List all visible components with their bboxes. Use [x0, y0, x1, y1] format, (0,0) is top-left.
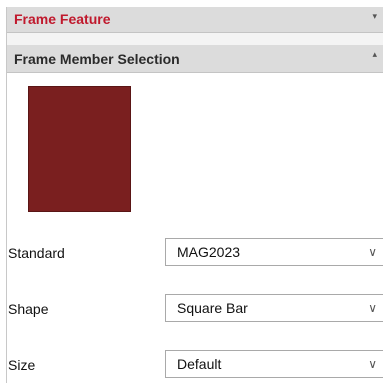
standard-label: Standard [8, 245, 65, 261]
top-strip [0, 0, 383, 7]
section-gap [7, 33, 383, 45]
size-label: Size [8, 357, 36, 373]
size-select[interactable]: Default ∨ [165, 350, 383, 378]
chevron-down-icon[interactable]: ∨ [368, 301, 377, 315]
profile-preview-swatch [28, 86, 131, 212]
standard-value: MAG2023 [177, 244, 241, 260]
frame-feature-header[interactable]: Frame Feature ▾ [7, 7, 383, 33]
chevron-down-icon[interactable]: ∨ [368, 245, 377, 259]
frame-member-selection-title: Frame Member Selection [14, 51, 180, 67]
shape-label: Shape [8, 301, 49, 317]
standard-select[interactable]: MAG2023 ∨ [165, 238, 383, 266]
shape-value: Square Bar [177, 300, 248, 316]
size-value: Default [177, 356, 222, 372]
chevron-down-icon[interactable]: ∨ [368, 357, 377, 371]
chevron-down-icon[interactable]: ▾ [372, 12, 377, 21]
chevron-up-icon[interactable]: ▴ [372, 50, 377, 59]
frame-member-selection-header[interactable]: Frame Member Selection ▴ [7, 45, 383, 73]
frame-feature-title: Frame Feature [14, 11, 111, 27]
shape-select[interactable]: Square Bar ∨ [165, 294, 383, 322]
